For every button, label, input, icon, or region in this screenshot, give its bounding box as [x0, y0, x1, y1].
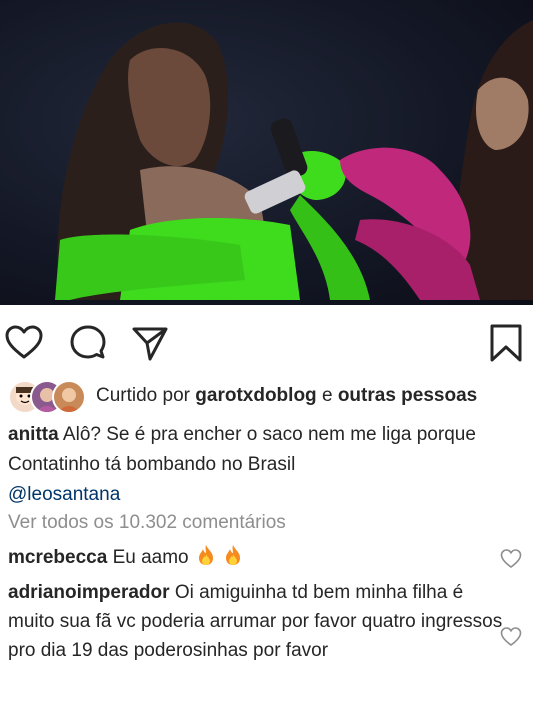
post-photo[interactable] — [0, 0, 533, 305]
liked-by-row[interactable]: Curtido por garotxdoblog e outras pessoa… — [8, 378, 528, 414]
comment-icon[interactable] — [68, 323, 108, 363]
liked-by-user-link[interactable]: garotxdoblog — [195, 385, 316, 406]
caption-mention-link[interactable]: @leosantana — [8, 484, 120, 505]
liked-by-others-link[interactable]: outras pessoas — [338, 385, 477, 406]
comment-text: Eu aamo — [112, 547, 189, 568]
bookmark-icon[interactable] — [486, 323, 526, 363]
fire-icon — [226, 545, 241, 565]
comment-username[interactable]: mcrebecca — [8, 547, 107, 568]
fire-icon — [198, 545, 213, 565]
caption-username[interactable]: anitta — [8, 424, 59, 445]
view-all-comments-link[interactable]: Ver todos os 10.302 comentários — [8, 512, 286, 534]
liked-by-text: Curtido por garotxdoblog e outras pessoa… — [96, 385, 478, 406]
liker-avatars — [8, 380, 86, 414]
avatar — [52, 380, 86, 414]
caption-text: Alô? Se é pra encher o saco nem me liga … — [8, 424, 476, 475]
comment-username[interactable]: adrianoimperador — [8, 582, 170, 603]
comment-item: mcrebecca Eu aamo — [8, 543, 503, 572]
post-actions-bar — [0, 305, 533, 375]
post-caption: anitta Alô? Se é pra encher o saco nem m… — [8, 420, 523, 510]
comment-like-heart-icon[interactable] — [500, 548, 522, 570]
share-icon[interactable] — [130, 323, 170, 363]
comment-item: adrianoimperador Oi amiguinha td bem min… — [8, 578, 503, 665]
heart-icon[interactable] — [4, 323, 44, 363]
comment-like-heart-icon[interactable] — [500, 626, 522, 648]
concert-scene-image — [55, 20, 533, 300]
